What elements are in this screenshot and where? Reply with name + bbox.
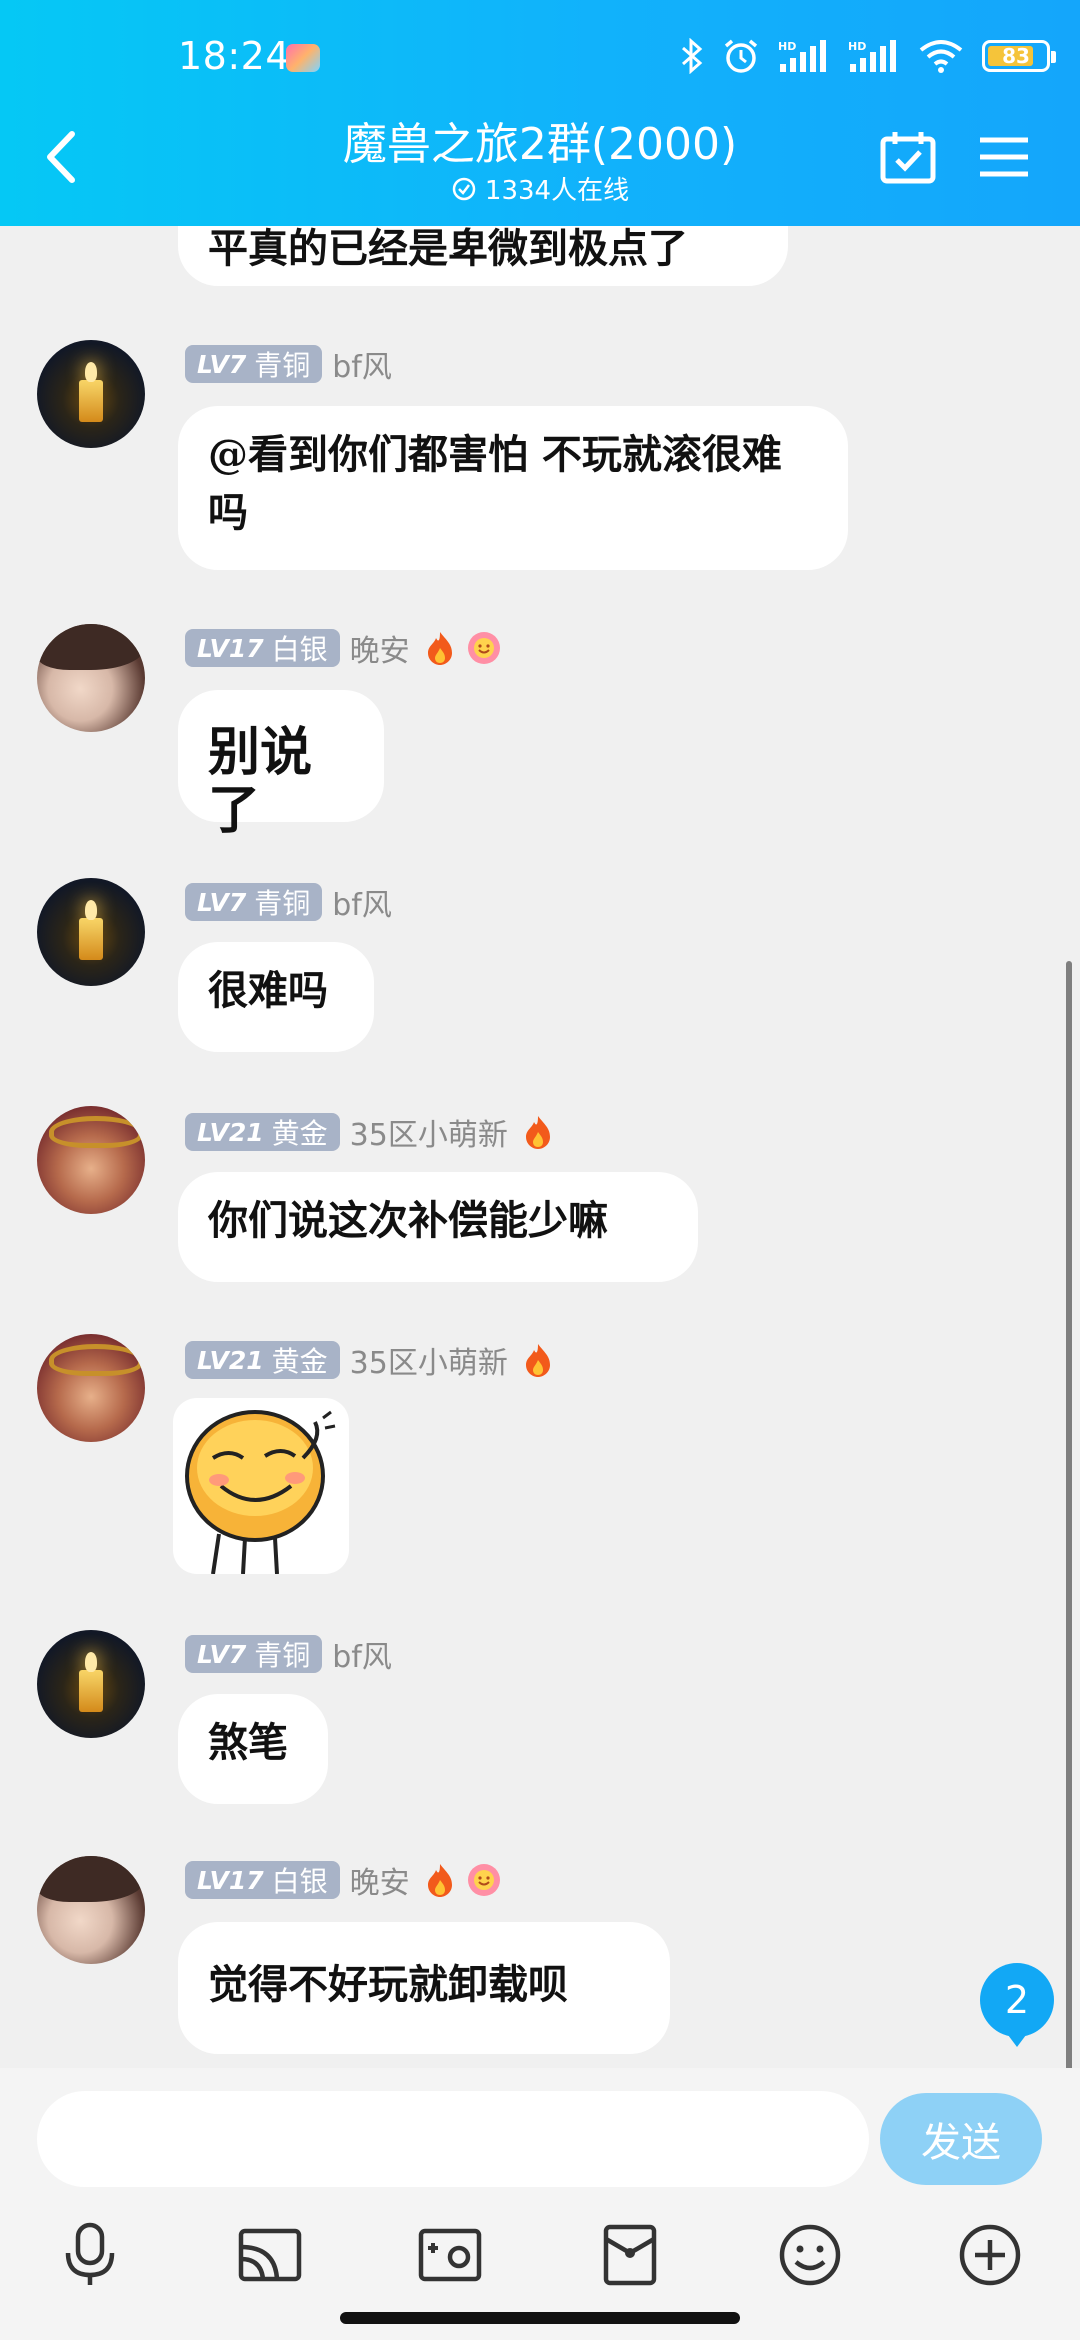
redpacket-icon[interactable] <box>596 2221 664 2289</box>
scrollbar[interactable] <box>1066 961 1072 2068</box>
sender-meta: LV21 黄金 35区小萌新 <box>185 1338 554 1382</box>
unread-count-badge[interactable]: 2 <box>980 1963 1054 2047</box>
chat-header: 18:24 HD HD 83 魔兽之旅2群(2000) 1334人在线 <box>0 0 1080 226</box>
message-bubble[interactable]: 平真的已经是卑微到极点了 <box>178 226 788 286</box>
cast-icon[interactable] <box>236 2221 304 2289</box>
wifi-icon <box>919 40 963 73</box>
online-check-icon <box>452 177 476 200</box>
flower-badge-icon <box>467 632 500 664</box>
alarm-icon <box>724 39 758 73</box>
battery-level: 83 <box>1002 44 1030 68</box>
sender-nick[interactable]: 35区小萌新 <box>350 1110 508 1154</box>
level-badge: LV7 青铜 <box>185 1635 323 1673</box>
avatar[interactable] <box>37 1630 145 1738</box>
avatar[interactable] <box>37 1106 145 1214</box>
sender-nick[interactable]: bf风 <box>332 1632 392 1676</box>
message-list[interactable]: 平真的已经是卑微到极点了 LV7 青铜 bf风 @看到你们都害怕 不玩就滚很难吗 … <box>0 226 1080 2068</box>
plus-icon[interactable] <box>956 2221 1024 2289</box>
message-bubble[interactable]: 你们说这次补偿能少嘛 <box>178 1172 698 1282</box>
level-badge: LV7 青铜 <box>185 345 323 383</box>
message-bubble[interactable]: 别说了 <box>178 690 384 840</box>
game-notification-icon <box>286 44 320 72</box>
avatar[interactable] <box>37 1334 145 1442</box>
message-input[interactable] <box>37 2091 869 2187</box>
emoji-icon[interactable] <box>776 2221 844 2289</box>
avatar[interactable] <box>37 1856 145 1964</box>
status-icons: HD HD 83 <box>680 38 1056 74</box>
level-badge: LV21 黄金 <box>185 1341 340 1379</box>
battery-indicator: 83 <box>982 40 1056 72</box>
message-bubble[interactable]: 很难吗 <box>178 942 374 1052</box>
online-count-text: 1334人在线 <box>484 176 630 206</box>
sender-nick[interactable]: 晚安 <box>350 1858 410 1902</box>
calendar-check-icon[interactable] <box>880 130 936 184</box>
flower-badge-icon <box>467 1864 500 1896</box>
sender-meta: LV17 白银 晚安 <box>185 1858 502 1902</box>
sender-meta: LV7 青铜 bf风 <box>185 880 392 924</box>
sender-nick[interactable]: 35区小萌新 <box>350 1338 508 1382</box>
send-button[interactable]: 发送 <box>880 2093 1042 2185</box>
level-badge: LV17 白银 <box>185 1861 340 1899</box>
signal-hd-icon: HD <box>778 40 826 72</box>
mic-icon[interactable] <box>56 2221 124 2289</box>
image-icon[interactable] <box>416 2221 484 2289</box>
level-badge: LV7 青铜 <box>185 883 323 921</box>
sender-meta: LV7 青铜 bf风 <box>185 342 392 386</box>
avatar[interactable] <box>37 624 145 732</box>
svg-text:HD: HD <box>778 40 796 53</box>
sender-nick[interactable]: 晚安 <box>350 626 410 670</box>
fire-icon <box>525 1344 550 1377</box>
fire-icon <box>427 1864 452 1897</box>
sender-meta: LV17 白银 晚安 <box>185 626 502 670</box>
sender-meta: LV21 黄金 35区小萌新 <box>185 1110 554 1154</box>
bluetooth-icon <box>682 38 703 74</box>
fire-icon <box>525 1116 550 1149</box>
home-indicator[interactable] <box>340 2312 740 2324</box>
avatar[interactable] <box>37 878 145 986</box>
level-badge: LV21 黄金 <box>185 1113 340 1151</box>
message-bubble[interactable]: 煞笔 <box>178 1694 328 1804</box>
sender-meta: LV7 青铜 bf风 <box>185 1632 392 1676</box>
input-area: 发送 <box>0 2068 1080 2340</box>
message-bubble[interactable]: @看到你们都害怕 不玩就滚很难吗 <box>178 406 848 570</box>
status-time: 18:24 <box>178 34 291 78</box>
sender-nick[interactable]: bf风 <box>332 342 392 386</box>
sender-nick[interactable]: bf风 <box>332 880 392 924</box>
avatar[interactable] <box>37 340 145 448</box>
input-toolbar <box>0 2201 1080 2311</box>
smiley-sticker-icon <box>185 1410 336 1574</box>
level-badge: LV17 白银 <box>185 629 340 667</box>
smiley-sticker[interactable] <box>173 1398 349 1574</box>
message-bubble[interactable]: 觉得不好玩就卸载呗 <box>178 1922 670 2054</box>
svg-text:HD: HD <box>848 40 866 53</box>
fire-icon <box>427 632 452 665</box>
menu-icon[interactable] <box>978 136 1030 178</box>
signal-hd-icon-2: HD <box>848 40 896 72</box>
